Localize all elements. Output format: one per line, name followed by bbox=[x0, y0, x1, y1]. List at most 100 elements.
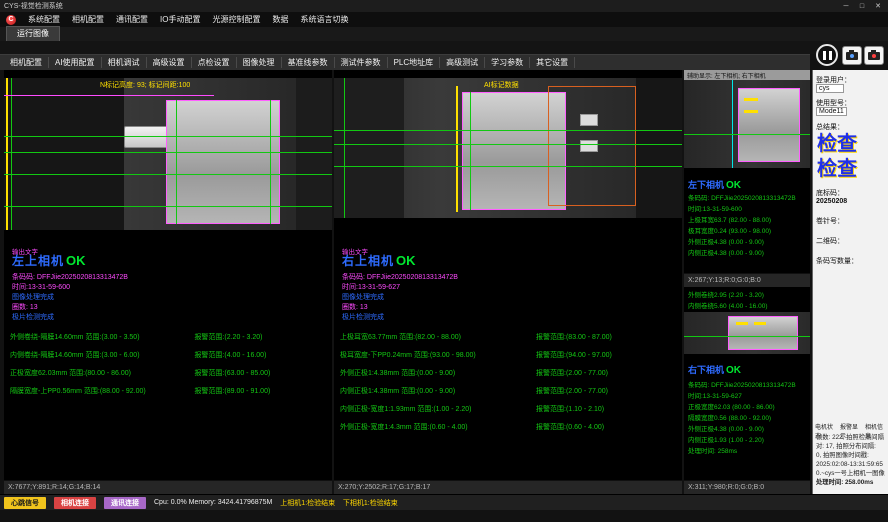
measurement-value: 正极宽度62.03mm 范围:(80.00 - 86.00) bbox=[10, 368, 194, 378]
overlay-yellow-line bbox=[456, 86, 458, 212]
tool-camera-debug[interactable]: 相机调试 bbox=[102, 57, 147, 68]
right-lower-camera-image[interactable] bbox=[684, 312, 810, 354]
tool-other-settings[interactable]: 其它设置 bbox=[530, 57, 575, 68]
tool-baseline-params[interactable]: 基准线参数 bbox=[282, 57, 335, 68]
aux-info-line: 处理时间: 258ms bbox=[688, 445, 737, 455]
measurement-row: 隔膜宽度-上PP0.56mm 范围:(88.00 - 92.00) 报警范围:(… bbox=[10, 386, 328, 396]
aux-info-line: 隔膜宽度0.56 (88.00 - 92.00) bbox=[688, 412, 771, 422]
menu-data[interactable]: 数据 bbox=[272, 14, 288, 25]
alarm-range: 报警范围:(0.60 - 4.00) bbox=[536, 422, 678, 432]
tool-ai-config[interactable]: AI使用配置 bbox=[49, 57, 102, 68]
tool-image-processing[interactable]: 图像处理 bbox=[237, 57, 282, 68]
camera-snapshot-button[interactable] bbox=[842, 46, 862, 65]
overlay-green-line bbox=[4, 152, 332, 153]
overlay-yellow-line bbox=[6, 78, 8, 230]
tab-run-image[interactable]: 运行图像 bbox=[6, 26, 60, 41]
turn-count-text: 圈数: 13 bbox=[342, 303, 368, 313]
measurement-value: 上极耳宽63.77mm 范围:(82.00 - 88.00) bbox=[340, 332, 536, 342]
alarm-range: 报警范围:(63.00 - 85.00) bbox=[194, 368, 328, 378]
app-logo-icon: C bbox=[6, 15, 16, 25]
tool-learning-params[interactable]: 学习参数 bbox=[485, 57, 530, 68]
app-window: CYS-视觉检测系统 ─ □ ✕ C 系统配置 相机配置 通讯配置 IO手动配置… bbox=[0, 0, 888, 522]
pixel-coordinates-bar: X:311;Y:980;R:0;G:0;B:0 bbox=[684, 480, 810, 494]
overlay-green-line bbox=[4, 174, 332, 175]
measurement-row: 内侧正极-宽度1:1.93mm 范围:(1.00 - 2.20) 报警范围:(1… bbox=[340, 404, 678, 414]
sub-status-text: 极片检测完成 bbox=[12, 313, 54, 323]
minimize-button[interactable]: ─ bbox=[838, 0, 854, 12]
aux-info-line: 上极耳宽63.7 (82.00 - 88.00) bbox=[688, 214, 771, 224]
window-title: CYS-视觉检测系统 bbox=[4, 1, 63, 11]
camera-name-label: 左上相机 bbox=[12, 254, 64, 268]
overlay-green-line bbox=[4, 136, 332, 137]
tool-plc-address[interactable]: PLC地址库 bbox=[388, 57, 441, 68]
aux-info-line: 时间:13-31-59-600 bbox=[688, 203, 742, 213]
measurement-value: 隔膜宽度-上PP0.56mm 范围:(88.00 - 92.00) bbox=[10, 386, 194, 396]
code-value-row: 20250208 bbox=[816, 198, 886, 205]
pin-number-label: 卷针号： bbox=[816, 218, 844, 225]
pause-icon bbox=[823, 51, 826, 60]
measure-annotation: N标记高度: 93; 标记间距:100 bbox=[100, 81, 190, 91]
ok-status: OK bbox=[726, 365, 741, 376]
info-line: 帧数: 222, 拍照检测间隔 bbox=[816, 433, 887, 442]
measurement-value: 极耳宽度-下PP0.24mm 范围:(93.00 - 98.00) bbox=[340, 350, 536, 360]
camera-record-button[interactable] bbox=[864, 46, 884, 65]
measurement-row: 上极耳宽63.77mm 范围:(82.00 - 88.00) 报警范围:(83.… bbox=[340, 332, 678, 342]
camera-name-label: 左下相机 bbox=[688, 180, 724, 190]
pause-icon bbox=[829, 51, 832, 60]
camera-name-label: 右上相机 bbox=[342, 254, 394, 268]
spacer-row bbox=[0, 41, 888, 54]
right-sidebar: 登录用户： cys 使用型号： Mode11 总结果： 检查 检查 底标码： 2… bbox=[812, 70, 888, 494]
overlay-yellow-mark bbox=[744, 110, 758, 113]
alarm-range: 报警范围:(2.00 - 77.00) bbox=[536, 368, 678, 378]
title-bar: CYS-视觉检测系统 ─ □ ✕ bbox=[0, 0, 888, 12]
model-field[interactable]: Mode11 bbox=[816, 107, 847, 116]
overlay-cyan-line bbox=[732, 80, 733, 168]
menu-bar: C 系统配置 相机配置 通讯配置 IO手动配置 光源控制配置 数据 系统语言切换 bbox=[0, 12, 888, 27]
tool-advanced-settings[interactable]: 高级设置 bbox=[147, 57, 192, 68]
tool-camera-config[interactable]: 相机配置 bbox=[4, 57, 49, 68]
aux-info-line: 外侧正极4.38 (0.00 - 9.00) bbox=[688, 236, 764, 246]
measurement-row: 外侧正极-宽度1:4.3mm 范围:(0.60 - 4.00) 报警范围:(0.… bbox=[340, 422, 678, 432]
alarm-range: 报警范围:(94.00 - 97.00) bbox=[536, 350, 678, 360]
process-done-text: 图像处理完成 bbox=[12, 293, 54, 303]
menu-io-manual-config[interactable]: IO手动配置 bbox=[160, 14, 200, 25]
toolbar: 相机配置 AI使用配置 相机调试 高级设置 点检设置 图像处理 基准线参数 测试… bbox=[0, 54, 810, 70]
overlay-yellow-mark bbox=[736, 322, 748, 325]
center-camera-view: AI标记数据 输出文字 右上相机OK 条码码: DFFJiie202502081… bbox=[334, 70, 682, 494]
overlay-green-line bbox=[334, 144, 682, 145]
menu-light-control-config[interactable]: 光源控制配置 bbox=[212, 14, 260, 25]
tab-bar: 运行图像 bbox=[0, 27, 888, 41]
qr-code-label: 二维码： bbox=[816, 238, 844, 245]
menu-system-config[interactable]: 系统配置 bbox=[28, 14, 60, 25]
tool-advanced-test[interactable]: 高级测试 bbox=[440, 57, 485, 68]
camera-icon bbox=[846, 52, 858, 60]
process-time-line: 处理时间: 258.00ms bbox=[816, 478, 887, 487]
pixel-coordinates: X:7677;Y:891;R:14;G:14;B:14 bbox=[8, 484, 100, 491]
left-lower-camera-image[interactable] bbox=[684, 80, 810, 168]
left-camera-image[interactable]: N标记高度: 93; 标记间距:100 bbox=[4, 78, 332, 230]
menu-comm-config[interactable]: 通讯配置 bbox=[116, 14, 148, 25]
center-camera-image[interactable]: AI标记数据 bbox=[334, 78, 682, 218]
aux-info-line: 正极宽度62.03 (80.00 - 86.00) bbox=[688, 401, 775, 411]
measurement-row: 正极宽度62.03mm 范围:(80.00 - 86.00) 报警范围:(63.… bbox=[10, 368, 328, 378]
code-value: 20250208 bbox=[816, 198, 847, 205]
pause-button[interactable] bbox=[816, 44, 838, 66]
alarm-range: 报警范围:(4.00 - 16.00) bbox=[194, 350, 328, 360]
overlay-green-line bbox=[334, 166, 682, 167]
menu-camera-config[interactable]: 相机配置 bbox=[72, 14, 104, 25]
login-user-field[interactable]: cys bbox=[816, 84, 844, 93]
menu-language-switch[interactable]: 系统语言切换 bbox=[300, 14, 348, 25]
tool-spot-check[interactable]: 点检设置 bbox=[192, 57, 237, 68]
process-done-text: 图像处理完成 bbox=[342, 293, 384, 303]
maximize-button[interactable]: □ bbox=[854, 0, 870, 12]
aux-info-line: 外侧卷绕2.95 (2.20 - 3.20) bbox=[688, 289, 764, 299]
close-button[interactable]: ✕ bbox=[870, 0, 886, 12]
info-line: 0.~cys一号上相机一图像 bbox=[816, 469, 887, 478]
measure-annotation: AI标记数据 bbox=[484, 81, 519, 91]
count-label-row: 条码写数量： bbox=[816, 256, 886, 266]
overlay-green-line bbox=[344, 78, 345, 218]
tool-testpiece-params[interactable]: 测试件参数 bbox=[335, 57, 388, 68]
total-result-line: 检查 bbox=[817, 132, 887, 157]
camera-name-label: 右下相机 bbox=[688, 365, 724, 375]
ok-status: OK bbox=[66, 253, 86, 268]
